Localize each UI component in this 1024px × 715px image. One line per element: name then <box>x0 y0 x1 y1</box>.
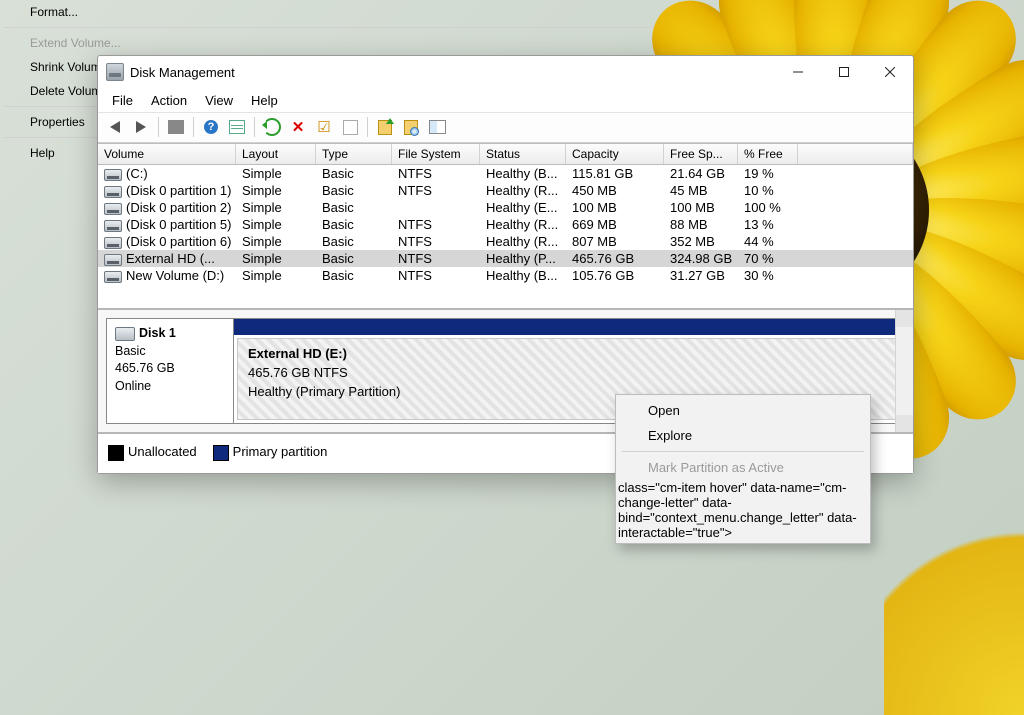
legend-primary: Primary partition <box>233 444 328 459</box>
table-row[interactable]: (C:)SimpleBasicNTFSHealthy (B...115.81 G… <box>98 165 913 182</box>
box-icon <box>343 120 358 135</box>
table-row[interactable]: (Disk 0 partition 6)SimpleBasicNTFSHealt… <box>98 233 913 250</box>
menu-help[interactable]: Help <box>243 91 286 110</box>
table-row[interactable]: (Disk 0 partition 5)SimpleBasicNTFSHealt… <box>98 216 913 233</box>
menubar: File Action View Help <box>98 88 913 112</box>
maximize-button[interactable] <box>821 57 867 87</box>
export2-button[interactable] <box>400 116 422 138</box>
cm-format[interactable]: Format... <box>0 0 1024 24</box>
col-free[interactable]: Free Sp... <box>664 144 738 164</box>
cm-explore[interactable]: Explore <box>618 423 868 448</box>
vertical-scrollbar[interactable] <box>895 310 913 432</box>
refresh-icon <box>263 118 281 136</box>
cm-extend: Extend Volume... <box>0 31 1024 55</box>
col-type[interactable]: Type <box>316 144 392 164</box>
cm-mark-active: Mark Partition as Active <box>618 455 868 480</box>
col-volume[interactable]: Volume <box>98 144 236 164</box>
check-button[interactable]: ☑ <box>313 116 335 138</box>
disk-name: Disk 1 <box>139 326 176 340</box>
table-row[interactable]: New Volume (D:)SimpleBasicNTFSHealthy (B… <box>98 267 913 284</box>
partition-size-fs: 465.76 GB NTFS <box>248 365 348 380</box>
legend-swatch-unallocated <box>108 445 124 461</box>
drive-icon <box>104 220 122 232</box>
help-button[interactable]: ? <box>200 116 222 138</box>
toolbar: ? ✕ ☑ <box>98 112 913 143</box>
volume-list: Volume Layout Type File System Status Ca… <box>98 143 913 308</box>
app-icon <box>106 63 124 81</box>
properties-icon <box>229 120 245 134</box>
col-layout[interactable]: Layout <box>236 144 316 164</box>
drive-icon <box>104 271 122 283</box>
legend-unallocated: Unallocated <box>128 444 197 459</box>
properties-button[interactable] <box>226 116 248 138</box>
context-menu: Open Explore Mark Partition as Active cl… <box>615 394 871 544</box>
partition-status: Healthy (Primary Partition) <box>248 384 400 399</box>
drive-icon <box>104 169 122 181</box>
disk-type: Basic <box>115 343 225 361</box>
partition-titlebar <box>234 319 904 335</box>
x-icon: ✕ <box>292 118 305 136</box>
partition-title: External HD (E:) <box>248 346 347 361</box>
column-headers[interactable]: Volume Layout Type File System Status Ca… <box>98 144 913 165</box>
disk-icon <box>115 327 135 341</box>
grid-icon <box>168 120 184 134</box>
show-tree-button[interactable] <box>165 116 187 138</box>
folder-up-icon <box>378 120 392 135</box>
drive-icon <box>104 237 122 249</box>
drive-icon <box>104 203 122 215</box>
disk-header[interactable]: Disk 1 Basic 465.76 GB Online <box>106 318 234 424</box>
layout-button[interactable] <box>426 116 448 138</box>
arrow-right-icon <box>136 121 146 133</box>
close-button[interactable] <box>867 57 913 87</box>
export1-button[interactable] <box>374 116 396 138</box>
disk-size: 465.76 GB <box>115 360 225 378</box>
forward-button[interactable] <box>130 116 152 138</box>
menu-action[interactable]: Action <box>143 91 195 110</box>
table-row[interactable]: (Disk 0 partition 2)SimpleBasicHealthy (… <box>98 199 913 216</box>
disk-status: Online <box>115 378 225 396</box>
layout-icon <box>429 120 446 134</box>
folder-lens-icon <box>404 120 418 135</box>
cm-open[interactable]: Open <box>618 398 868 423</box>
col-filesystem[interactable]: File System <box>392 144 480 164</box>
delete-button[interactable]: ✕ <box>287 116 309 138</box>
refresh-button[interactable] <box>261 116 283 138</box>
table-row[interactable]: External HD (...SimpleBasicNTFSHealthy (… <box>98 250 913 267</box>
col-status[interactable]: Status <box>480 144 566 164</box>
window-title: Disk Management <box>130 65 775 80</box>
drive-icon <box>104 186 122 198</box>
titlebar[interactable]: Disk Management <box>98 56 913 88</box>
menu-view[interactable]: View <box>197 91 241 110</box>
col-capacity[interactable]: Capacity <box>566 144 664 164</box>
minimize-button[interactable] <box>775 57 821 87</box>
col-pctfree[interactable]: % Free <box>738 144 798 164</box>
drive-icon <box>104 254 122 266</box>
back-button[interactable] <box>104 116 126 138</box>
arrow-left-icon <box>110 121 120 133</box>
menu-file[interactable]: File <box>104 91 141 110</box>
check-icon: ☑ <box>317 118 330 136</box>
placeholder-button[interactable] <box>339 116 361 138</box>
table-row[interactable]: (Disk 0 partition 1)SimpleBasicNTFSHealt… <box>98 182 913 199</box>
legend-swatch-primary <box>213 445 229 461</box>
desktop-wallpaper-flower-bottom <box>884 455 1024 715</box>
help-icon: ? <box>204 120 218 134</box>
